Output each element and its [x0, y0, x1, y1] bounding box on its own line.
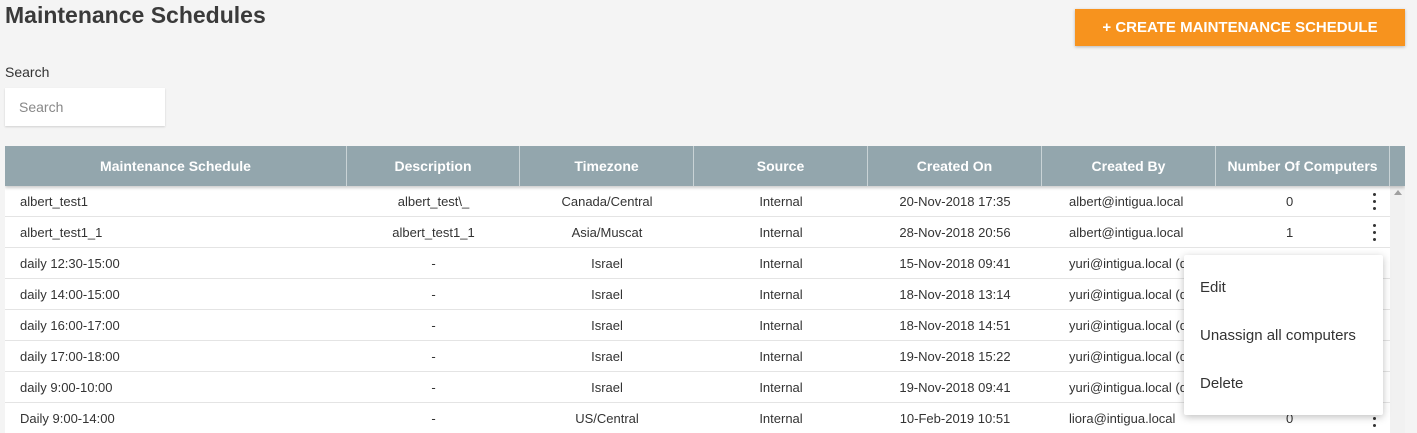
- cell-description: -: [431, 379, 436, 395]
- cell-source: Internal: [759, 286, 803, 302]
- cell-schedule-name: daily 17:00-18:00: [20, 348, 120, 364]
- cell-schedule-name: Daily 9:00-14:00: [20, 410, 115, 426]
- cell-description: -: [431, 286, 436, 302]
- cell-description: -: [431, 317, 436, 333]
- cell-schedule-name: daily 14:00-15:00: [20, 286, 120, 302]
- cell-source: Internal: [759, 410, 803, 426]
- cell-description: -: [431, 410, 436, 426]
- cell-timezone: Asia/Muscat: [571, 224, 643, 240]
- cell-created-on: 10-Feb-2019 10:51: [899, 410, 1011, 426]
- column-header-timezone[interactable]: Timezone: [520, 146, 694, 186]
- cell-schedule-name: daily 9:00-10:00: [20, 379, 113, 395]
- cell-created-on: 15-Nov-2018 09:41: [899, 255, 1011, 271]
- row-context-menu: Edit Unassign all computers Delete: [1184, 255, 1383, 415]
- column-header-created-on[interactable]: Created On: [868, 146, 1042, 186]
- column-header-maintenance-schedule[interactable]: Maintenance Schedule: [5, 146, 347, 186]
- cell-number-of-computers: 0: [1216, 186, 1390, 216]
- menu-item-delete[interactable]: Delete: [1184, 359, 1383, 407]
- cell-source: Internal: [759, 255, 803, 271]
- cell-description: albert_test\_: [397, 193, 470, 209]
- cell-created-by: albert@intigua.local: [1069, 193, 1184, 209]
- cell-timezone: US/Central: [575, 410, 639, 426]
- column-header-source[interactable]: Source: [694, 146, 868, 186]
- cell-source: Internal: [759, 193, 803, 209]
- search-label: Search: [5, 64, 50, 80]
- table-row[interactable]: albert_test1 albert_test\_ Canada/Centra…: [5, 186, 1405, 217]
- cell-schedule-name: daily 16:00-17:00: [20, 317, 120, 333]
- cell-description: -: [431, 255, 436, 271]
- cell-timezone: Israel: [591, 317, 623, 333]
- cell-number-of-computers: 1: [1216, 217, 1390, 247]
- menu-item-unassign-all-computers[interactable]: Unassign all computers: [1184, 311, 1383, 359]
- column-header-spacer: [1390, 146, 1405, 186]
- cell-source: Internal: [759, 348, 803, 364]
- cell-source: Internal: [759, 379, 803, 395]
- cell-created-on: 18-Nov-2018 13:14: [899, 286, 1011, 302]
- cell-description: albert_test1_1: [392, 224, 475, 240]
- cell-created-on: 28-Nov-2018 20:56: [899, 224, 1011, 240]
- table-scrollbar[interactable]: [1390, 186, 1405, 433]
- table-header: Maintenance Schedule Description Timezon…: [5, 146, 1405, 186]
- column-header-created-by[interactable]: Created By: [1042, 146, 1216, 186]
- cell-timezone: Israel: [591, 255, 623, 271]
- cell-created-on: 18-Nov-2018 14:51: [899, 317, 1011, 333]
- cell-timezone: Canada/Central: [561, 193, 653, 209]
- cell-schedule-name: daily 12:30-15:00: [20, 255, 120, 271]
- cell-created-on: 19-Nov-2018 15:22: [899, 348, 1011, 364]
- computer-count: 1: [1286, 224, 1294, 240]
- cell-schedule-name: albert_test1: [20, 193, 88, 209]
- table-row[interactable]: albert_test1_1 albert_test1_1 Asia/Musca…: [5, 217, 1405, 248]
- create-maintenance-schedule-button[interactable]: + CREATE MAINTENANCE SCHEDULE: [1075, 9, 1405, 46]
- column-header-description[interactable]: Description: [347, 146, 520, 186]
- menu-item-edit[interactable]: Edit: [1184, 263, 1383, 311]
- cell-timezone: Israel: [591, 286, 623, 302]
- cell-created-on: 20-Nov-2018 17:35: [899, 193, 1011, 209]
- row-actions-kebab-icon[interactable]: [1371, 193, 1377, 210]
- scroll-up-arrow-icon[interactable]: [1394, 190, 1402, 195]
- cell-schedule-name: albert_test1_1: [20, 224, 103, 240]
- maintenance-schedules-page: Maintenance Schedules + CREATE MAINTENAN…: [0, 0, 1417, 433]
- cell-created-by: albert@intigua.local: [1069, 224, 1184, 240]
- column-header-number-of-computers[interactable]: Number Of Computers: [1216, 146, 1390, 186]
- search-input[interactable]: [5, 88, 165, 126]
- cell-source: Internal: [759, 224, 803, 240]
- cell-description: -: [431, 348, 436, 364]
- row-actions-kebab-icon[interactable]: [1371, 224, 1377, 241]
- page-title: Maintenance Schedules: [5, 2, 266, 28]
- computer-count: 0: [1286, 193, 1294, 209]
- cell-source: Internal: [759, 317, 803, 333]
- cell-created-on: 19-Nov-2018 09:41: [899, 379, 1011, 395]
- cell-timezone: Israel: [591, 379, 623, 395]
- cell-timezone: Israel: [591, 348, 623, 364]
